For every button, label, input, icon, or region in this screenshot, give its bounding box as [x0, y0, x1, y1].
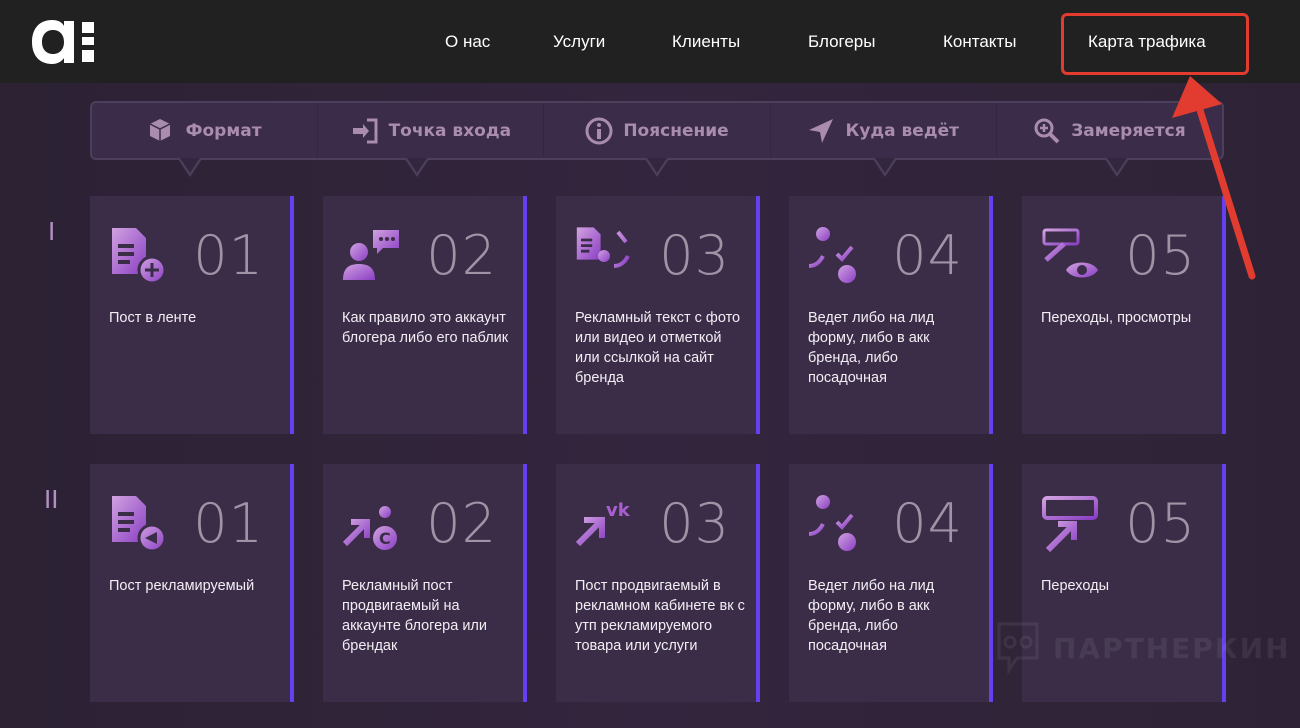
- step-card: 01 Пост в ленте: [90, 196, 294, 434]
- user-chat-icon: [343, 230, 399, 280]
- step-description: Рекламный пост продвигаемый на аккаунте …: [342, 578, 487, 654]
- brand-globe-icon: [808, 227, 856, 283]
- step-description: Пост в ленте: [109, 310, 197, 326]
- step-description: Пост продвигаемый в рекламном кабинете в…: [575, 578, 745, 654]
- document-plus-icon: [112, 228, 167, 285]
- step-card: vk 03 Пост продвигаемый в рекламном кабине…: [556, 464, 760, 702]
- nav-contacts[interactable]: Контакты: [943, 32, 1016, 52]
- brand-globe-icon: [808, 495, 856, 551]
- tab-label: Точка входа: [388, 120, 512, 141]
- tab-sign-in[interactable]: Точка входа: [318, 103, 545, 158]
- row-label: II: [44, 484, 59, 514]
- watermark: ПАРТНЕРКИН: [995, 622, 1291, 674]
- step-card: 04 Ведет либо на лид форму, либо в акк бр…: [789, 196, 993, 434]
- step-description: Переходы: [1041, 578, 1110, 594]
- tab-zoom-in[interactable]: Замеряется: [997, 103, 1222, 158]
- header: О нас Услуги Клиенты Блогеры Контакты Ка…: [0, 0, 1300, 83]
- step-number: 02: [426, 224, 497, 287]
- nav-clients[interactable]: Клиенты: [672, 32, 740, 52]
- click-icon: [1042, 496, 1098, 553]
- step-number: 03: [659, 492, 730, 555]
- tab-pointer: [873, 158, 897, 177]
- nav-bloggers[interactable]: Блогеры: [808, 32, 876, 52]
- tab-pointer: [178, 158, 202, 177]
- step-description: Переходы, просмотры: [1041, 310, 1192, 326]
- highlight-box: [1061, 13, 1249, 75]
- step-number: 02: [426, 492, 497, 555]
- document-megaphone-icon: [112, 496, 167, 553]
- step-number: 05: [1125, 492, 1196, 555]
- step-description: Пост рекламируемый: [109, 578, 255, 594]
- click-eye-icon: [1042, 228, 1098, 278]
- tab-label: Замеряется: [1071, 120, 1186, 141]
- step-number: 04: [892, 492, 963, 555]
- step-description: Ведет либо на лид форму, либо в акк брен…: [808, 310, 935, 386]
- step-description: Рекламный текст с фото или видео и отмет…: [575, 310, 741, 386]
- step-card: C 02 Рекламный пост продвигаемый на аккаун…: [323, 464, 527, 702]
- step-number: 03: [659, 224, 730, 287]
- step-card: 01 Пост рекламируемый: [90, 464, 294, 702]
- watermark-logo-icon: [997, 622, 1039, 674]
- svg-text:vk: vk: [606, 500, 631, 521]
- arrow-vk-icon: vk: [575, 500, 631, 547]
- tab-location-arrow[interactable]: Куда ведёт: [771, 103, 997, 158]
- tab-pointer: [1105, 158, 1129, 177]
- column-headers: Формат Точка входа Пояснение Куда ведёт Заме…: [90, 101, 1224, 160]
- tab-pointer: [405, 158, 429, 177]
- nav-services[interactable]: Услуги: [553, 32, 605, 52]
- nav-about[interactable]: О нас: [445, 32, 490, 52]
- step-description: Ведет либо на лид форму, либо в акк брен…: [808, 578, 935, 654]
- location-arrow-icon: [809, 118, 834, 143]
- tab-package[interactable]: Формат: [92, 103, 319, 158]
- step-number: 05: [1125, 224, 1196, 287]
- step-card: 05 Переходы, просмотры: [1022, 196, 1226, 434]
- arrow-user-brand-icon: C: [342, 506, 397, 550]
- row-label: I: [48, 216, 56, 246]
- document-media-link-icon: [576, 227, 630, 268]
- tab-label: Пояснение: [623, 120, 729, 141]
- sign-in-icon: [352, 118, 378, 143]
- logo[interactable]: [30, 18, 100, 64]
- tab-info[interactable]: Пояснение: [544, 103, 771, 158]
- step-card: 03 Рекламный текст с фото или видео и отм…: [556, 196, 760, 434]
- step-card: 04 Ведет либо на лид форму, либо в акк бр…: [789, 464, 993, 702]
- step-description: Как правило это аккаунт блогера либо его…: [342, 310, 509, 346]
- package-icon: [149, 118, 170, 141]
- step-number: 04: [892, 224, 963, 287]
- zoom-in-icon: [1034, 118, 1060, 143]
- svg-text:C: C: [379, 529, 391, 548]
- tab-pointer: [645, 158, 669, 177]
- tab-label: Формат: [185, 120, 262, 141]
- info-icon: [585, 117, 613, 144]
- step-number: 01: [193, 492, 264, 555]
- step-number: 01: [193, 224, 264, 287]
- step-card: 02 Как правило это аккаунт блогера либо е…: [323, 196, 527, 434]
- tab-label: Куда ведёт: [845, 120, 959, 141]
